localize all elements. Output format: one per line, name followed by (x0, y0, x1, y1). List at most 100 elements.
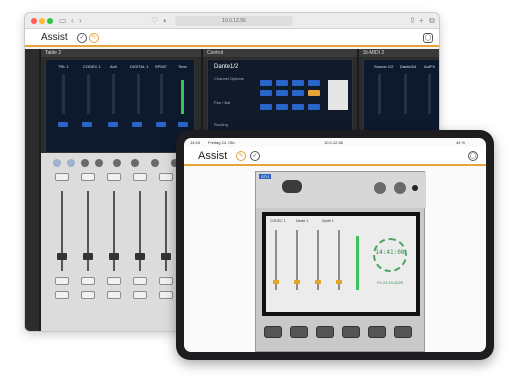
select-button[interactable] (55, 173, 69, 181)
fader-handle[interactable] (294, 280, 300, 284)
device-key[interactable] (368, 326, 386, 338)
forward-icon[interactable]: › (79, 16, 82, 26)
fader-handle[interactable] (315, 280, 321, 284)
device-key[interactable] (264, 326, 282, 338)
level-meter (428, 74, 431, 114)
check-icon[interactable]: ✓ (250, 151, 260, 161)
option-button[interactable] (260, 90, 272, 96)
option-button[interactable] (260, 80, 272, 86)
app-header: Assist ✓ ✎ ◯ (25, 29, 439, 47)
channel-button[interactable] (178, 122, 188, 127)
mute-button[interactable] (107, 277, 121, 285)
app-title: Assist (41, 32, 68, 43)
edit-icon[interactable]: ✎ (89, 33, 99, 43)
window-mode-icon[interactable]: ◯ (423, 33, 433, 43)
channel-knob[interactable] (113, 159, 121, 167)
minimize-window-button[interactable] (39, 18, 45, 24)
clock-time: 14:41:08 (375, 249, 405, 256)
channel-button[interactable] (132, 122, 142, 127)
browser-toolbar: ▭ ‹ › ♡ ◐ 10.0.12.56 ⇪ + ⧉ (25, 13, 439, 29)
share-icon[interactable]: ⇪ (409, 16, 416, 26)
option-button[interactable] (292, 80, 304, 86)
sidebar-icon[interactable]: ▭ (59, 16, 67, 26)
device-key[interactable] (316, 326, 334, 338)
fader-handle[interactable] (161, 253, 171, 260)
level-meter (137, 74, 140, 114)
channel-label: Time (178, 64, 187, 69)
solo-button[interactable] (133, 291, 147, 299)
device-knob[interactable] (394, 182, 406, 194)
fader-handle[interactable] (273, 280, 279, 284)
select-button[interactable] (81, 173, 95, 181)
option-button[interactable] (276, 90, 288, 96)
shield-icon[interactable]: ♡ (151, 16, 158, 26)
solo-button[interactable] (159, 291, 173, 299)
section-label: Control (203, 49, 357, 57)
check-icon[interactable]: ✓ (77, 33, 87, 43)
device-key[interactable] (342, 326, 360, 338)
section-label: Table 2 (41, 49, 201, 57)
device-display-button[interactable] (282, 180, 302, 193)
channel-button[interactable] (156, 122, 166, 127)
channel-label: AoIP4 (424, 64, 435, 69)
option-button[interactable] (292, 104, 304, 110)
fader-handle[interactable] (109, 253, 119, 260)
fader-handle[interactable] (83, 253, 93, 260)
device-key[interactable] (394, 326, 412, 338)
option-button[interactable] (308, 80, 320, 86)
channel-knob[interactable] (95, 159, 103, 167)
level-meter (378, 74, 381, 114)
channel-knob[interactable] (53, 159, 61, 167)
mute-button[interactable] (159, 277, 173, 285)
back-icon[interactable]: ‹ (71, 16, 74, 26)
option-button[interactable] (276, 104, 288, 110)
channel-knob[interactable] (81, 159, 89, 167)
mute-button[interactable] (55, 277, 69, 285)
option-button[interactable] (308, 104, 320, 110)
fader-handle[interactable] (57, 253, 67, 260)
option-button[interactable] (276, 80, 288, 86)
select-button[interactable] (107, 173, 121, 181)
clock-date: Fri 24.10.2025 (377, 280, 403, 285)
privacy-icon[interactable]: ◐ (163, 16, 168, 26)
level-meter (404, 74, 407, 114)
channel-button[interactable] (108, 122, 118, 127)
address-bar[interactable]: 10.0.12.56 (175, 16, 293, 26)
side-panel[interactable] (328, 80, 348, 110)
window-mode-icon[interactable]: ◯ (468, 151, 478, 161)
mute-button[interactable] (81, 277, 95, 285)
tabs-overview-icon[interactable]: ⧉ (429, 16, 435, 26)
zoom-window-button[interactable] (47, 18, 53, 24)
device-key[interactable] (290, 326, 308, 338)
device-screen-content: CODEC 1 Dante 1 Synth 1 14:41:08 Fri 24.… (266, 216, 416, 312)
routing-label: Routing (214, 122, 228, 127)
edit-icon[interactable]: ✎ (236, 151, 246, 161)
channel-options-label: Channel Options (214, 76, 244, 81)
mute-button[interactable] (133, 277, 147, 285)
select-button[interactable] (159, 173, 173, 181)
solo-button[interactable] (107, 291, 121, 299)
solo-button[interactable] (81, 291, 95, 299)
channel-screen: TRL 1 CODEC 1 Anil DIGITAL 1 SPDIF Time (45, 59, 195, 153)
channel-label: Dante 1 (296, 219, 309, 223)
channel-label: DIGITAL 1 (130, 64, 149, 69)
tablet-screen: 14:43 Freitag 24. Okt. 10.0.12.56 44 % A… (184, 138, 486, 352)
new-tab-icon[interactable]: + (419, 16, 424, 26)
fader-handle[interactable] (336, 280, 342, 284)
option-button[interactable] (260, 104, 272, 110)
level-meter-active (356, 236, 359, 290)
channel-label: SPDIF (155, 64, 167, 69)
select-button[interactable] (133, 173, 147, 181)
option-button-selected[interactable] (308, 90, 320, 96)
channel-button[interactable] (58, 122, 68, 127)
channel-knob[interactable] (67, 159, 75, 167)
device-knob[interactable] (374, 182, 386, 194)
channel-button[interactable] (82, 122, 92, 127)
close-window-button[interactable] (31, 18, 37, 24)
tablet-url[interactable]: 10.0.12.56 (324, 140, 343, 145)
channel-knob[interactable] (151, 159, 159, 167)
fader-handle[interactable] (135, 253, 145, 260)
option-button[interactable] (292, 90, 304, 96)
solo-button[interactable] (55, 291, 69, 299)
channel-knob[interactable] (131, 159, 139, 167)
